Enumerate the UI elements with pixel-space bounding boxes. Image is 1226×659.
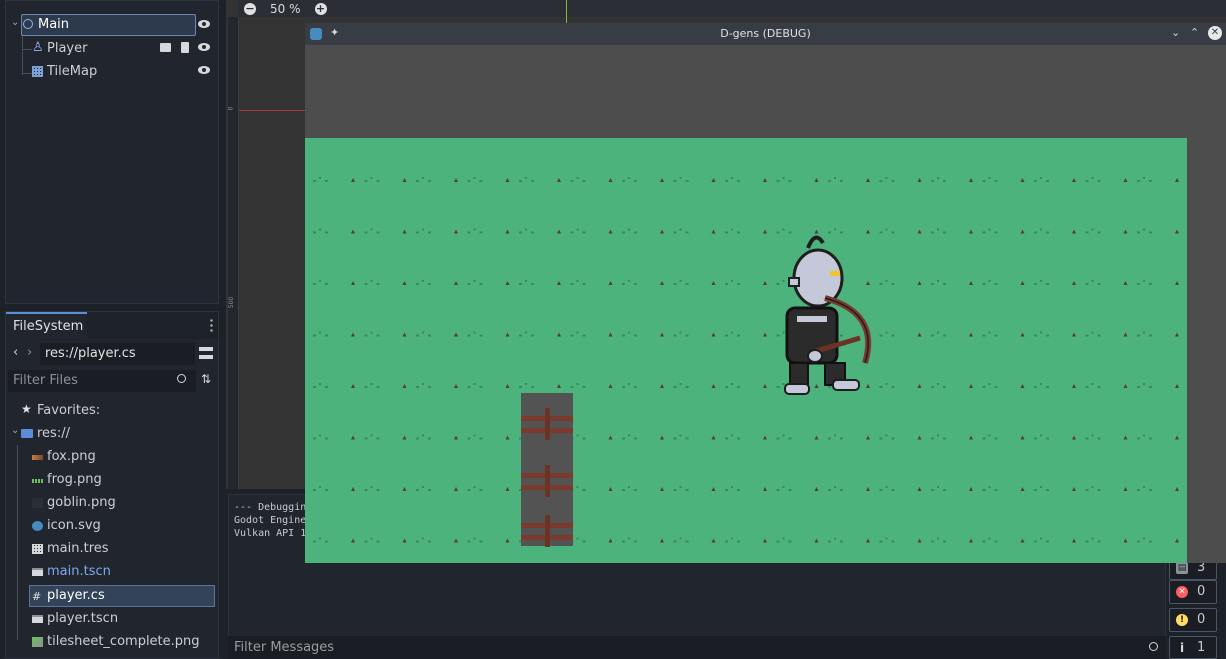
filesystem-panel: FileSystem ‹ › res://player.cs Filter Fi… [5,311,219,659]
file-label: main.tscn [47,564,111,579]
path-field[interactable]: res://player.cs [40,343,195,365]
file-label: tilesheet_complete.png [47,634,200,649]
file-label: main.tres [47,541,109,556]
tree-node-label: Player [47,41,88,56]
file-item[interactable]: player.tscn [6,608,218,630]
favorites-item[interactable]: ★ Favorites: [6,400,218,422]
root-label: res:// [37,426,70,441]
log-line: Vulkan API 1 [234,528,307,539]
x-axis-line [239,110,305,111]
scene-tree-panel: ⌄ Main ♙ Player TileMap [5,0,219,304]
warnings-counter[interactable]: ! 0 [1169,608,1217,632]
tree-node-label: TileMap [47,64,98,79]
info-count: 1 [1197,640,1206,655]
character-body-icon: ♙ [32,40,44,55]
zoom-controls: − 50 % + [244,0,327,17]
maximize-icon[interactable]: ⌃ [1190,26,1199,39]
filter-files-input[interactable]: Filter Files [8,370,196,392]
horizontal-ruler [238,0,1226,17]
output-log: --- Debugging Godot Engine Vulkan API 1 [234,501,312,540]
file-label: goblin.png [47,495,116,510]
fence-obstacle [521,393,573,547]
game-canvas[interactable] [305,138,1187,563]
filesystem-tabbar: FileSystem [6,312,218,339]
split-view-icon[interactable] [199,347,213,359]
back-arrow-icon[interactable]: ‹ [13,345,18,360]
scene-icon [32,615,43,623]
warning-icon: ! [1176,614,1188,626]
script-icon[interactable] [181,42,189,53]
tree-node-player[interactable]: ♙ Player [6,38,218,60]
file-label: icon.svg [47,518,101,533]
window-titlebar[interactable]: ✦ D-gens (DEBUG) ⌄ ⌃ ✕ [305,23,1226,45]
file-label: player.cs [47,588,105,603]
warnings-count: 0 [1197,612,1206,627]
chevron-down-icon[interactable]: ⌄ [11,17,19,28]
tree-node-label: Main [38,17,70,32]
file-item[interactable]: frog.png [6,469,218,491]
scene-instance-icon[interactable] [160,43,171,52]
zoom-out-button[interactable]: − [244,2,256,15]
favorites-label: Favorites: [37,403,101,418]
error-icon: ✕ [1176,586,1188,598]
image-icon [32,637,43,647]
zoom-in-button[interactable]: + [314,2,327,15]
tileset-icon [32,544,43,554]
tree-node-main[interactable]: ⌄ Main [6,14,218,36]
game-debug-window[interactable]: ✦ D-gens (DEBUG) ⌄ ⌃ ✕ [305,23,1226,563]
errors-counter[interactable]: ✕ 0 [1169,580,1217,604]
file-label: fox.png [47,449,96,464]
search-icon [1149,642,1158,651]
tilemap-icon [32,66,43,77]
log-line: Godot Engine [234,515,307,526]
sort-icon[interactable]: ⇅ [201,372,211,386]
csharp-icon: # [32,590,42,603]
vertical-ruler: 0 500 [227,17,239,489]
image-icon [32,498,43,508]
errors-count: 0 [1197,584,1206,599]
image-icon [32,479,43,483]
file-item[interactable]: # player.cs [29,585,215,607]
forward-arrow-icon[interactable]: › [27,345,32,360]
ruler-mark: 500 [228,296,236,309]
info-counter[interactable]: ⅰ 1 [1169,636,1217,659]
star-icon: ★ [21,402,32,416]
file-item[interactable]: tilesheet_complete.png [6,631,218,653]
folder-icon [21,429,33,438]
info-icon: ⅰ [1179,641,1185,655]
file-item[interactable]: main.tres [6,538,218,560]
file-item[interactable]: icon.svg [6,515,218,537]
zoom-level[interactable]: 50 % [262,2,309,16]
node2d-icon [23,19,33,29]
search-icon [177,374,186,383]
chevron-down-icon[interactable]: ⌄ [11,425,19,436]
file-label: frog.png [47,472,102,487]
ruler-mark: 0 [227,106,235,111]
minimize-icon[interactable]: ⌄ [1171,26,1180,39]
scene-icon [32,568,43,576]
close-icon[interactable]: ✕ [1208,26,1222,40]
res-root-item[interactable]: ⌄ res:// [6,423,218,445]
visibility-eye-icon[interactable] [198,66,210,74]
tree-node-tilemap[interactable]: TileMap [6,61,218,83]
file-item[interactable]: goblin.png [6,492,218,514]
tab-filesystem[interactable]: FileSystem [6,312,87,339]
image-icon [32,455,43,460]
file-item[interactable]: fox.png [6,446,218,468]
y-axis-line [566,0,567,23]
file-label: player.tscn [47,611,119,626]
message-icon: ▤ [1176,562,1188,574]
kebab-menu-icon[interactable] [210,318,213,332]
godot-icon [32,521,43,531]
visibility-eye-icon[interactable] [198,43,210,51]
grass-texture [305,138,1187,563]
window-title: D-gens (DEBUG) [720,27,811,40]
game-scene-svg [305,138,1187,563]
file-item[interactable]: main.tscn [6,561,218,583]
filter-messages-input[interactable]: Filter Messages [228,636,1166,659]
visibility-eye-icon[interactable] [198,20,210,28]
log-line: --- Debugging [234,502,313,513]
